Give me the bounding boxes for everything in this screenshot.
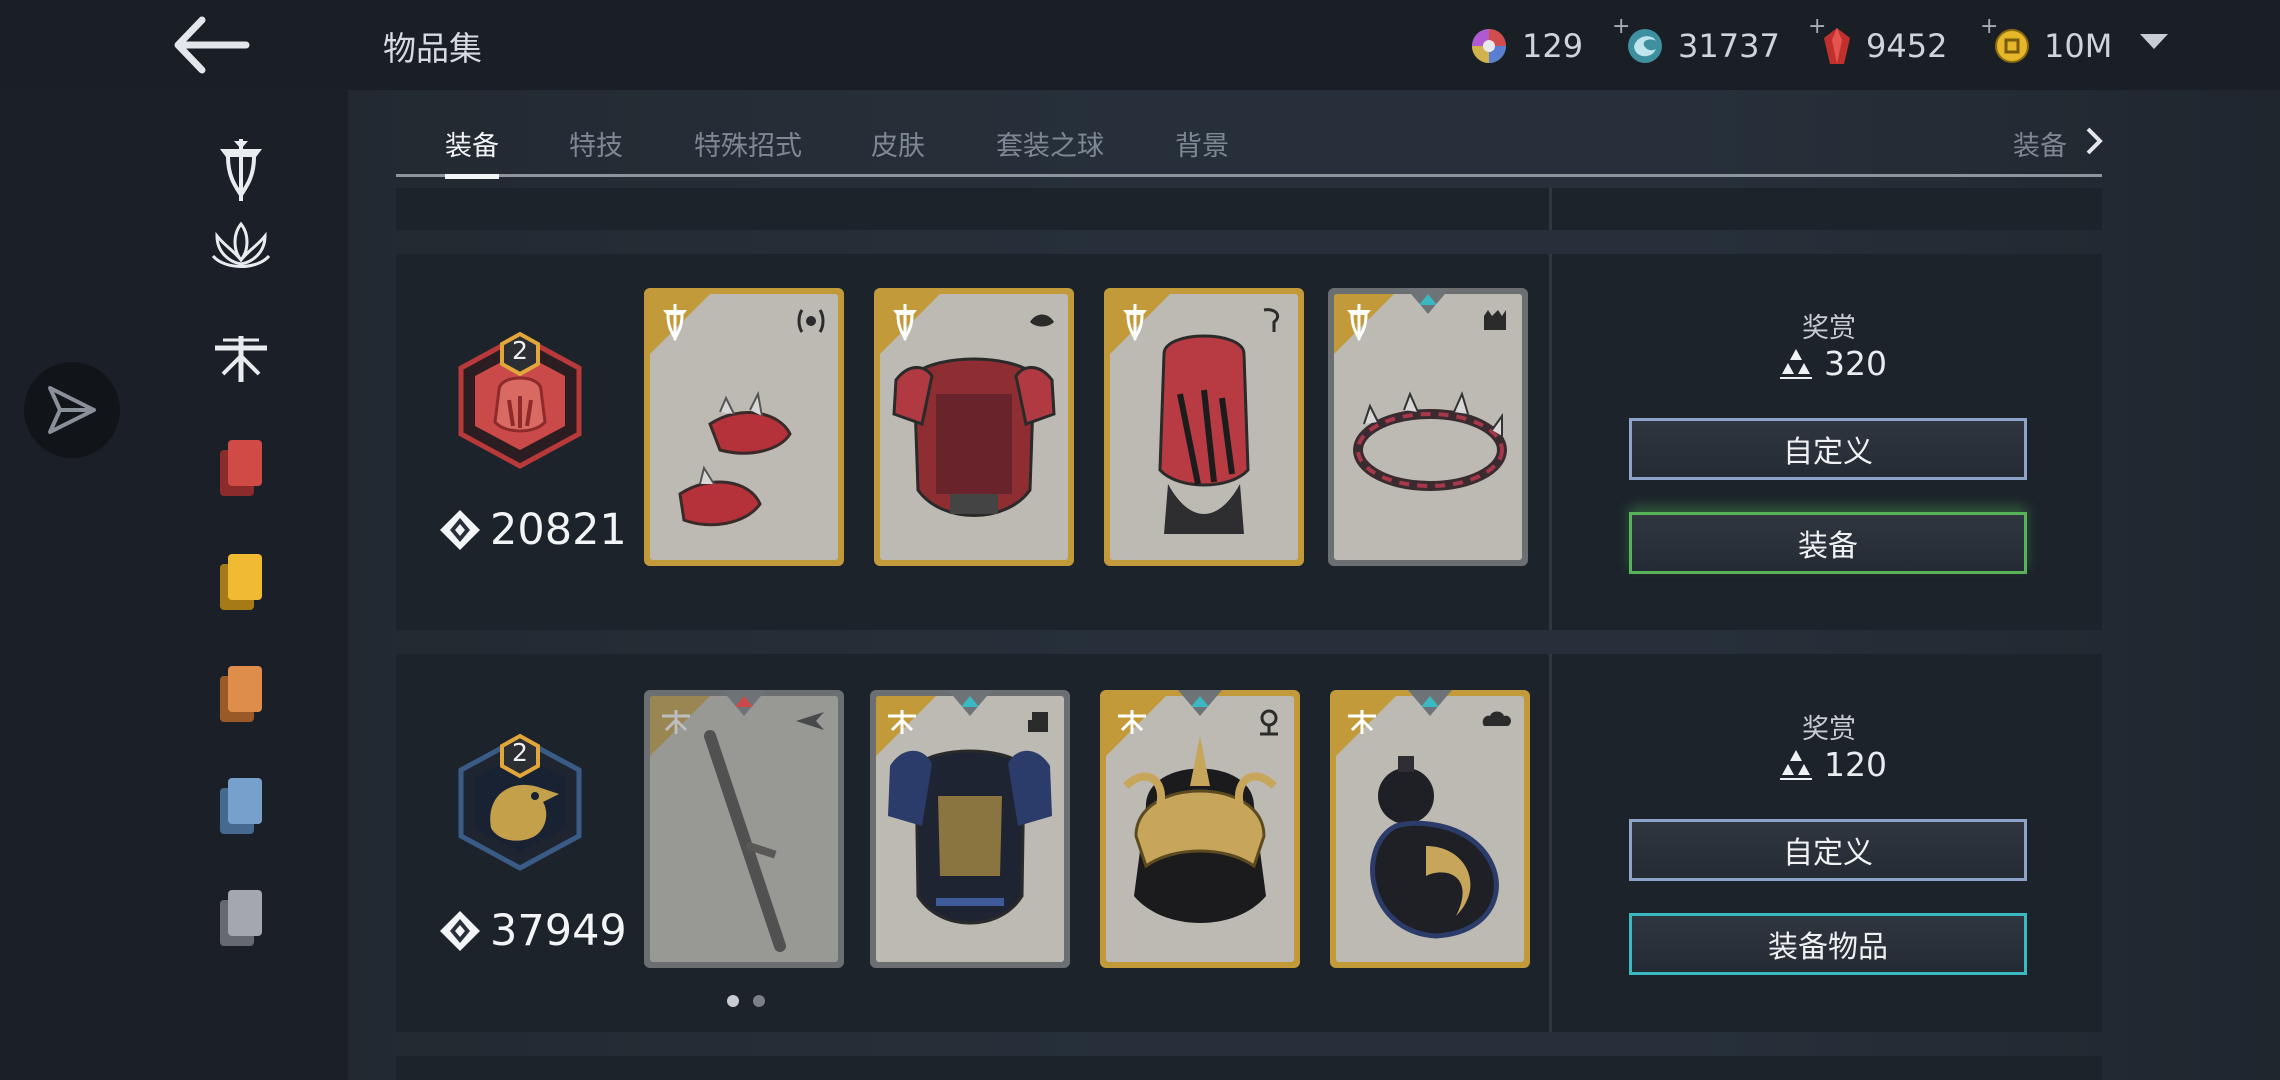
knights-crest-icon [1347,304,1371,342]
set-score: 37949 [438,906,627,956]
set-level: 2 [512,738,528,767]
knights-crest-icon [893,304,917,342]
tab-equipment[interactable]: 装备 [445,124,499,163]
ornament-type-icon [1484,310,1506,330]
tab-backgrounds[interactable]: 背景 [1175,124,1229,163]
currency-value: 10M [2044,27,2113,65]
currency-value: 31737 [1678,27,1780,65]
helm-type-icon [1263,308,1280,332]
samurai-crest-icon [888,710,916,734]
currency-dropdown-icon[interactable] [2140,34,2168,49]
score-diamond-icon [440,510,480,550]
tab-special-moves[interactable]: 特殊招式 [694,124,802,163]
samurai-crest-icon [1348,710,1376,734]
rarity-blue-cards-icon[interactable] [205,770,277,842]
tab-next-label[interactable]: 装备 [2013,124,2067,163]
knights-crest-icon [1123,304,1147,342]
currency-steel[interactable]: + 31737 [1612,14,1780,70]
reward-triangle-icon [1780,348,1812,379]
tab-skins[interactable]: 皮肤 [871,124,925,163]
customize-button[interactable]: 自定义 [1629,418,2027,480]
faction-wu-lin-icon[interactable] [205,210,277,282]
item-card-samurai-armor[interactable] [870,690,1070,968]
currency-value: 9452 [1866,27,1948,65]
currency-gem[interactable]: + 9452 [1808,14,1948,70]
add-coin-icon[interactable]: + [1980,14,1998,39]
page-dot-active[interactable] [727,995,739,1007]
set-score-value: 20821 [490,505,627,555]
sidebar [0,90,348,1080]
score-diamond-icon [440,911,480,951]
add-gem-icon[interactable]: + [1808,14,1826,39]
chest-type-icon [1030,314,1054,327]
samurai-crest-icon [1118,710,1146,734]
back-arrow-icon[interactable] [172,16,252,74]
currency-color-orb[interactable]: 129 [1470,22,1583,70]
rarity-orange-cards-icon[interactable] [205,658,277,730]
helm-type-icon [1260,709,1278,736]
item-card-chest-armor[interactable] [874,288,1074,566]
reward-value: 120 [1778,745,1887,784]
item-card-samurai-helm[interactable] [1100,690,1300,968]
steel-icon [1628,29,1662,63]
item-card-ornament[interactable] [1328,288,1528,566]
chest-type-icon [1028,712,1048,732]
set-level: 2 [512,336,528,365]
red-crystal-icon [1824,28,1850,64]
send-icon [48,386,96,434]
reward-amount: 320 [1824,344,1887,383]
samurai-crest-icon [662,710,690,734]
katana-type-icon [796,712,824,730]
rarity-red-cards-icon[interactable] [205,432,277,504]
reward-triangle-icon [1780,749,1812,780]
set-score: 20821 [438,505,627,555]
color-orb-icon [1472,29,1506,63]
page-title: 物品集 [383,29,482,68]
add-steel-icon[interactable]: + [1612,14,1630,39]
item-card-gauntlets[interactable] [644,288,844,566]
reward-amount: 120 [1824,745,1887,784]
faction-samurai-icon[interactable] [205,320,277,392]
tab-set-orbs[interactable]: 套装之球 [996,124,1104,163]
equip-button[interactable]: 装备 [1629,512,2027,574]
tab-feats[interactable]: 特技 [569,124,623,163]
reward-label: 奖赏 [1802,313,1856,344]
currency-coin[interactable]: + 10M [1980,14,2113,70]
set-score-value: 37949 [490,906,627,956]
page-dot[interactable] [753,995,765,1007]
tab-active-indicator [445,174,499,179]
reward-label: 奖赏 [1802,714,1856,745]
rarity-grey-cards-icon[interactable] [205,882,277,954]
tab-rail [396,174,2102,177]
currency-value: 129 [1522,27,1584,65]
gauntlets-type-icon [797,309,825,333]
top-bar: 物品集 129 + 31737 + 9452 + 10M [0,0,2280,90]
next-set-row [396,1056,2102,1080]
rarity-yellow-cards-icon[interactable] [205,546,277,618]
previous-set-row [396,188,2102,230]
reward-value: 320 [1778,344,1887,383]
chevron-right-icon[interactable] [2084,126,2104,156]
faction-knights-icon[interactable] [205,134,277,206]
ornament-type-icon [1482,711,1511,726]
share-button[interactable] [24,362,120,458]
item-card-helm[interactable] [1104,288,1304,566]
equip-items-button[interactable]: 装备物品 [1629,913,2027,975]
item-card-gourd[interactable] [1330,690,1530,968]
customize-button[interactable]: 自定义 [1629,819,2027,881]
item-card-katana[interactable] [644,690,844,968]
coin-icon [1995,29,2029,63]
knights-crest-icon [663,304,687,342]
